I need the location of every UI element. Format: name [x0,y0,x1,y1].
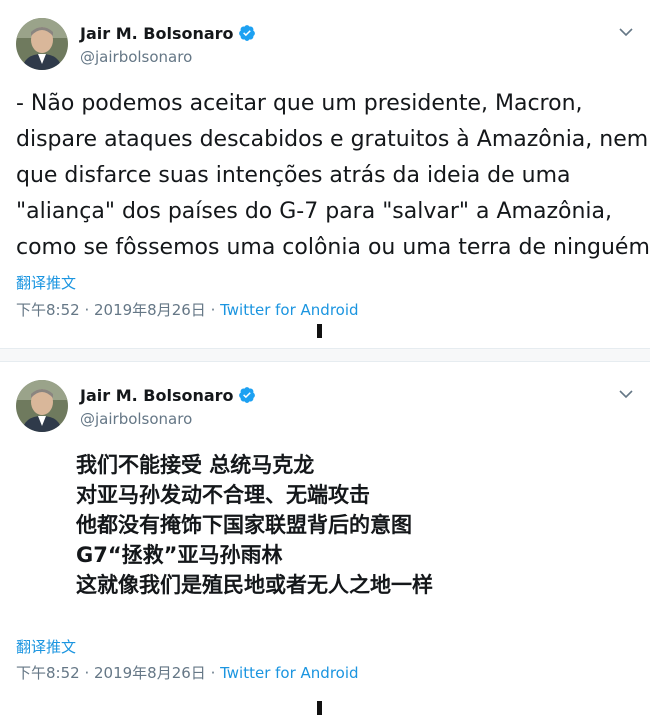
separator: · [205,301,221,319]
tweet-source-link[interactable]: Twitter for Android [220,301,358,319]
display-name[interactable]: Jair M. Bolsonaro [80,386,256,405]
chevron-down-icon[interactable] [618,26,634,38]
handle[interactable]: @jairbolsonaro [80,48,192,66]
tweet-metadata: 下午8:52 · 2019年8月26日 · Twitter for Androi… [16,299,359,320]
chevron-down-icon[interactable] [618,388,634,400]
tweet-text: - Não podemos aceitar que um presidente,… [16,91,650,260]
handle[interactable]: @jairbolsonaro [80,410,192,428]
tweet-text: 我们不能接受 总统马克龙 对亚马孙发动不合理、无端攻击 他都没有掩饰下国家联盟背… [76,453,433,597]
verified-badge-icon [238,387,255,403]
avatar[interactable] [16,18,68,70]
marker [317,701,322,715]
marker [317,324,322,338]
tweet-card[interactable]: Jair M. Bolsonaro @jairbolsonaro 我们不能接受 … [0,362,650,715]
timestamp[interactable]: 下午8:52 · 2019年8月26日 [16,301,206,319]
timestamp[interactable]: 下午8:52 · 2019年8月26日 [16,664,206,682]
avatar[interactable] [16,380,68,432]
verified-badge-icon [238,25,255,41]
separator: · [205,664,221,682]
tweet-source-link[interactable]: Twitter for Android [220,664,358,682]
translate-tweet-link[interactable]: 翻译推文 [16,272,76,293]
tweet-card[interactable]: Jair M. Bolsonaro @jairbolsonaro - Não p… [0,0,650,348]
tweet-divider [0,348,650,362]
display-name[interactable]: Jair M. Bolsonaro [80,24,256,43]
tweet-metadata: 下午8:52 · 2019年8月26日 · Twitter for Androi… [16,662,359,683]
translate-tweet-link[interactable]: 翻译推文 [16,636,76,657]
